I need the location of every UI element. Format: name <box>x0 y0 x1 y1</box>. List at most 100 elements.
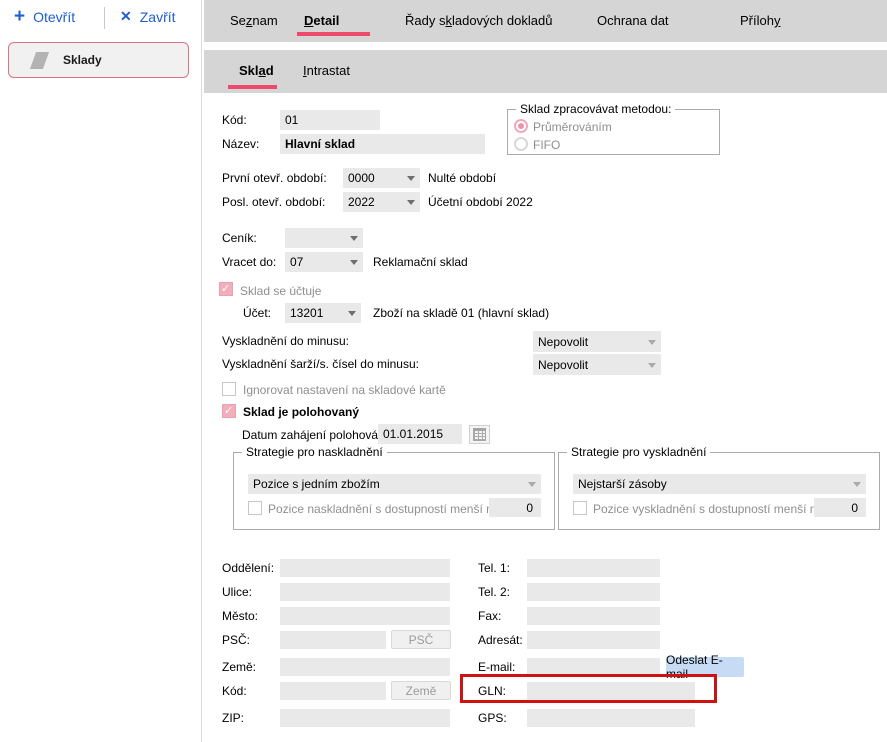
oddeleni-label: Oddělení: <box>222 561 274 575</box>
vracet-do-label: Vracet do: <box>222 255 276 269</box>
chevron-down-icon <box>350 260 358 265</box>
odeslat-email-button[interactable]: Odeslat E-mail <box>666 657 744 677</box>
kod-zeme-input[interactable] <box>280 682 386 700</box>
vracet-do-dropdown[interactable]: 07 <box>285 252 363 272</box>
sidebar-divider <box>201 0 202 742</box>
chevron-down-icon <box>648 363 656 368</box>
sidebar-item-sklady[interactable]: Sklady <box>8 42 189 78</box>
calendar-icon <box>473 428 486 441</box>
vyskladneni-sarzi-dropdown[interactable]: Nepovolit <box>533 354 661 375</box>
toolbar-separator <box>104 7 105 29</box>
mesto-input[interactable] <box>280 607 450 625</box>
ulice-label: Ulice: <box>222 585 252 599</box>
naskladneni-threshold-checkbox[interactable] <box>248 501 262 515</box>
tel2-label: Tel. 2: <box>478 585 510 599</box>
gps-input[interactable] <box>527 709 695 727</box>
fax-input[interactable] <box>527 607 660 625</box>
polohovany-label: Sklad je polohovaný <box>243 405 359 419</box>
nazev-input[interactable]: Hlavní sklad <box>280 134 485 154</box>
vracet-do-note: Reklamační sklad <box>373 255 468 269</box>
tab-intrastat[interactable]: Intrastat <box>303 63 350 78</box>
psc-input[interactable] <box>280 631 386 649</box>
vyskladneni-strategy-dropdown[interactable]: Nejstarší zásoby <box>573 474 866 494</box>
polohovany-checkbox[interactable] <box>222 404 236 418</box>
radio-fifo-label: FIFO <box>533 138 560 152</box>
posl-obdobi-dropdown[interactable]: 2022 <box>343 192 420 212</box>
zeme-button[interactable]: Země <box>391 681 451 700</box>
oddeleni-input[interactable] <box>280 559 450 577</box>
psc-label: PSČ: <box>222 633 250 647</box>
nazev-label: Název: <box>222 137 259 151</box>
zeme-label: Země: <box>222 660 256 674</box>
tel1-input[interactable] <box>527 559 660 577</box>
metoda-group-legend: Sklad zpracovávat metodou: <box>516 102 675 116</box>
posl-obdobi-label: Posl. otevř. období: <box>222 195 325 209</box>
datum-polohovani-label: Datum zahájení polohování: <box>242 428 391 442</box>
radio-prumerovanim-label: Průměrováním <box>533 120 612 134</box>
prvni-obdobi-dropdown[interactable]: 0000 <box>343 168 420 188</box>
radio-prumerovanim[interactable] <box>514 119 528 133</box>
zip-input[interactable] <box>280 709 450 727</box>
gln-input[interactable] <box>527 682 695 700</box>
tab-ochrana-dat[interactable]: Ochrana dat <box>597 13 669 28</box>
prvni-obdobi-note: Nulté období <box>428 171 496 185</box>
ucet-dropdown[interactable]: 13201 <box>285 303 361 323</box>
close-button[interactable]: ✕ Zavřít <box>120 8 176 25</box>
cenik-dropdown[interactable] <box>285 228 363 248</box>
tab-prilohy[interactable]: Přílohy <box>740 13 780 28</box>
plus-icon: + <box>14 8 25 26</box>
naskladneni-strategy-dropdown[interactable]: Pozice s jedním zbožím <box>248 474 541 494</box>
kod-input[interactable]: 01 <box>280 110 380 130</box>
vyskladneni-group-legend: Strategie pro vyskladnění <box>567 445 710 459</box>
app-window: + Otevřít ✕ Zavřít Sklady Seznam Detail … <box>0 0 887 742</box>
fax-label: Fax: <box>478 609 501 623</box>
sidebar-item-label: Sklady <box>63 53 102 67</box>
psc-button[interactable]: PSČ <box>391 630 451 649</box>
chevron-down-icon <box>407 176 415 181</box>
zip-label: ZIP: <box>222 711 244 725</box>
close-icon: ✕ <box>120 8 132 25</box>
vyskladneni-minus-dropdown[interactable]: Nepovolit <box>533 331 661 352</box>
tel1-label: Tel. 1: <box>478 561 510 575</box>
naskladneni-group-legend: Strategie pro naskladnění <box>242 445 387 459</box>
active-tab-indicator <box>297 32 370 36</box>
chevron-down-icon <box>350 236 358 241</box>
chevron-down-icon <box>853 482 861 487</box>
adresat-input[interactable] <box>527 631 660 649</box>
sklad-se-uctuje-label: Sklad se účtuje <box>240 284 321 298</box>
gps-label: GPS: <box>478 711 507 725</box>
kod-label: Kód: <box>222 113 247 127</box>
calendar-button[interactable] <box>469 425 490 444</box>
sklad-se-uctuje-checkbox[interactable] <box>219 282 233 296</box>
ucet-note: Zboží na skladě 01 (hlavní sklad) <box>373 306 549 320</box>
chevron-down-icon <box>407 200 415 205</box>
email-input[interactable] <box>527 658 660 676</box>
gln-label: GLN: <box>478 684 506 698</box>
vyskladneni-threshold-input[interactable]: 0 <box>814 498 866 517</box>
tab-detail[interactable]: Detail <box>304 13 339 28</box>
zeme-input[interactable] <box>280 658 450 676</box>
tab-sklad[interactable]: Sklad <box>239 63 274 78</box>
email-label: E-mail: <box>478 660 515 674</box>
vyskladneni-threshold-checkbox[interactable] <box>573 501 587 515</box>
datum-polohovani-input[interactable]: 01.01.2015 <box>378 424 462 444</box>
ulice-input[interactable] <box>280 583 450 601</box>
tab-seznam[interactable]: Seznam <box>230 13 278 28</box>
open-button-label: Otevřít <box>33 9 75 25</box>
warehouse-icon <box>30 52 49 69</box>
open-button[interactable]: + Otevřít <box>14 8 75 26</box>
vyskladneni-threshold-label: Pozice vyskladnění s dostupností menší n… <box>593 502 829 516</box>
ignorovat-checkbox[interactable] <box>222 382 236 396</box>
chevron-down-icon <box>528 482 536 487</box>
naskladneni-threshold-input[interactable]: 0 <box>489 498 541 517</box>
radio-fifo[interactable] <box>514 137 528 151</box>
mesto-label: Město: <box>222 609 258 623</box>
active-subtab-indicator <box>228 85 277 89</box>
close-button-label: Zavřít <box>140 9 176 25</box>
tab-rady-skladovych-dokladu[interactable]: Řady skladových dokladů <box>405 13 552 28</box>
vyskladneni-minus-label: Vyskladnění do minusu: <box>222 334 349 348</box>
adresat-label: Adresát: <box>478 633 523 647</box>
ucet-label: Účet: <box>243 306 271 320</box>
kod-zeme-label: Kód: <box>222 684 247 698</box>
tel2-input[interactable] <box>527 583 660 601</box>
